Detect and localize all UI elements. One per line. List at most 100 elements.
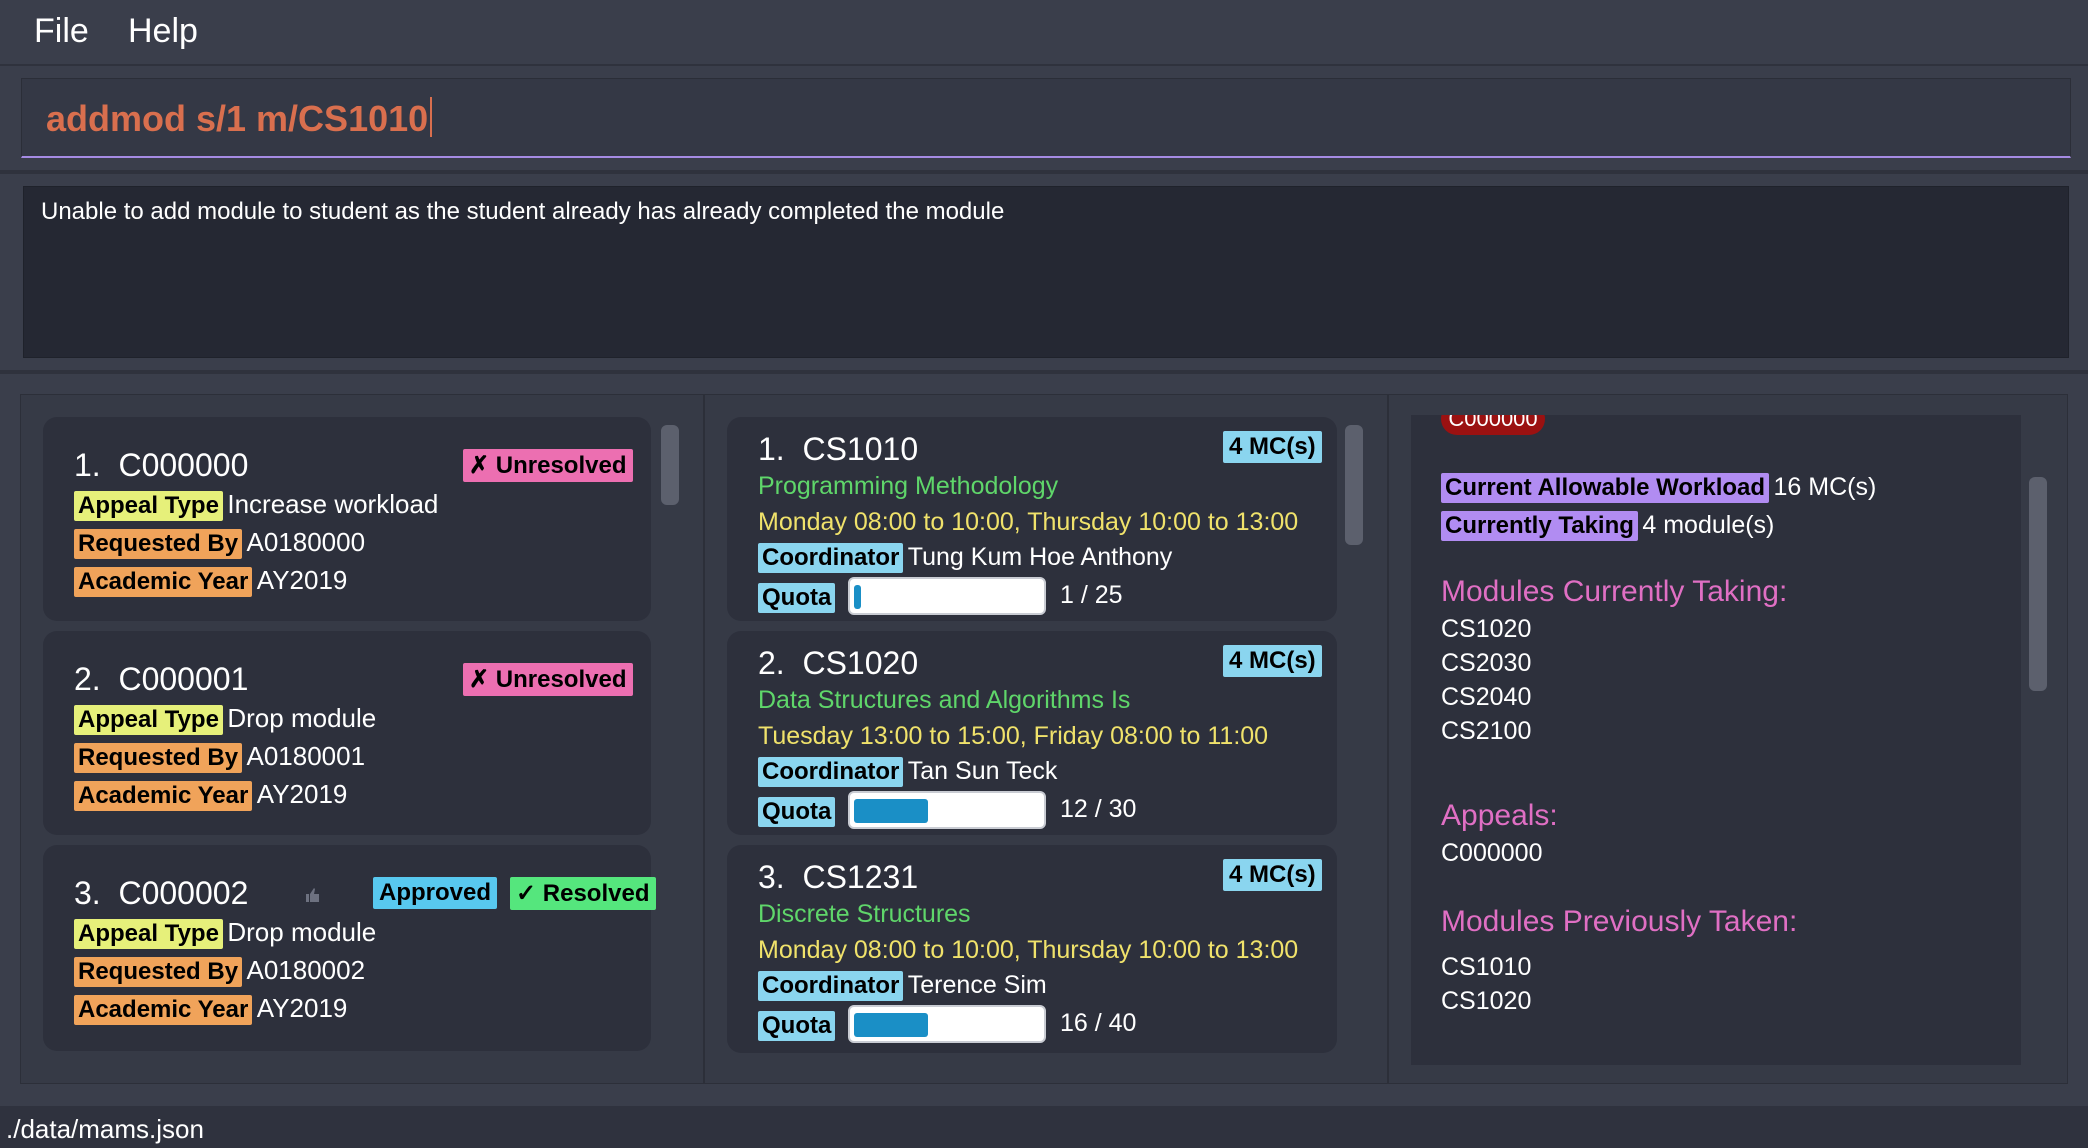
appeal-card[interactable]: 1. C000000 ✗ Unresolved Appeal Type Incr… xyxy=(43,417,651,621)
appeal-type-value: Drop module xyxy=(227,703,377,733)
module-name: Data Structures and Algorithms Is xyxy=(758,686,1131,714)
academic-year-row: Academic Year AY2019 xyxy=(74,779,347,811)
module-code: CS1010 xyxy=(802,431,919,467)
coordinator-value: Terence Sim xyxy=(907,971,1047,999)
appeal-type-row: Appeal Type Drop module xyxy=(74,917,376,949)
current-modules-heading: Modules Currently Taking: xyxy=(1441,575,1788,608)
academic-year-label: Academic Year xyxy=(74,995,253,1025)
appeal-list-scrollbar[interactable] xyxy=(661,425,679,505)
result-display: Unable to add module to student as the s… xyxy=(23,186,2069,358)
coordinator-value: Tung Kum Hoe Anthony xyxy=(907,543,1173,571)
module-title: 1. CS1010 xyxy=(758,431,918,468)
requested-by-label: Requested By xyxy=(74,743,243,773)
status-bar: ./data/mams.json xyxy=(0,1106,2088,1148)
requested-by-row: Requested By A0180000 xyxy=(74,527,365,559)
appeal-id: C000002 xyxy=(118,875,249,911)
coordinator-row: Coordinator Terence Sim xyxy=(758,971,1047,1001)
divider xyxy=(0,370,2088,374)
appeal-type-label: Appeal Type xyxy=(74,705,223,735)
module-list-scrollbar[interactable] xyxy=(1345,425,1363,545)
student-detail-scrollbar[interactable] xyxy=(2029,477,2047,691)
module-name: Discrete Structures xyxy=(758,900,971,928)
module-index: 3. xyxy=(758,859,785,895)
module-list-panel[interactable]: 1. CS1010 4 MC(s) Programming Methodolog… xyxy=(704,394,1388,1084)
coordinator-value: Tan Sun Teck xyxy=(907,757,1058,785)
appeal-title: 2. C000001 xyxy=(74,661,248,698)
workload-label: Current Allowable Workload xyxy=(1441,473,1770,503)
requested-by-value: A0180002 xyxy=(246,955,366,985)
appeal-type-value: Drop module xyxy=(227,917,377,947)
credits-badge: 4 MC(s) xyxy=(1223,645,1322,677)
quota-bar xyxy=(848,577,1046,615)
quota-fill xyxy=(854,799,928,823)
module-code: CS1020 xyxy=(802,645,919,681)
menu-file[interactable]: File xyxy=(28,8,95,55)
appeal-list-panel[interactable]: 1. C000000 ✗ Unresolved Appeal Type Incr… xyxy=(20,394,704,1084)
coordinator-label: Coordinator xyxy=(758,757,904,787)
quota-fill xyxy=(854,585,861,609)
result-text: Unable to add module to student as the s… xyxy=(41,198,1005,225)
command-text: addmod s/1 m/CS1010 xyxy=(46,97,433,140)
menu-bar: File Help xyxy=(0,0,2088,66)
taking-value: 4 module(s) xyxy=(1642,511,1775,539)
appeal-card[interactable]: 2. C000001 ✗ Unresolved Appeal Type Drop… xyxy=(43,631,651,835)
appeal-index: 3. xyxy=(74,875,101,911)
appeal-card[interactable]: 3. C000002 Approved ✓ Resolved Appeal Ty… xyxy=(43,845,656,1051)
module-time: Monday 08:00 to 10:00, Thursday 10:00 to… xyxy=(758,508,1299,536)
module-time: Tuesday 13:00 to 15:00, Friday 08:00 to … xyxy=(758,722,1269,750)
requested-by-row: Requested By A0180002 xyxy=(74,955,365,987)
requested-by-row: Requested By A0180001 xyxy=(74,741,365,773)
coordinator-row: Coordinator Tan Sun Teck xyxy=(758,757,1057,787)
coordinator-label: Coordinator xyxy=(758,971,904,1001)
command-input[interactable]: addmod s/1 m/CS1010 xyxy=(21,78,2071,158)
appeal-type-label: Appeal Type xyxy=(74,919,223,949)
student-detail-panel[interactable]: C000000 Current Allowable Workload 16 MC… xyxy=(1388,394,2068,1084)
academic-year-row: Academic Year AY2019 xyxy=(74,993,347,1025)
module-card[interactable]: 3. CS1231 4 MC(s) Discrete Structures Mo… xyxy=(727,845,1337,1053)
quota-value: 16 / 40 xyxy=(1060,1009,1137,1037)
thumbs-up-icon xyxy=(305,887,321,903)
previous-module-item: CS1010 xyxy=(1441,953,1532,981)
student-card: C000000 Current Allowable Workload 16 MC… xyxy=(1411,415,2021,1065)
academic-year-value: AY2019 xyxy=(256,779,348,809)
credits-badge: 4 MC(s) xyxy=(1223,431,1322,463)
appeal-title: 1. C000000 xyxy=(74,447,248,484)
appeals-heading: Appeals: xyxy=(1441,799,1558,832)
module-index: 1. xyxy=(758,431,785,467)
appeal-id: C000000 xyxy=(118,447,249,483)
current-module-item: CS2040 xyxy=(1441,683,1532,711)
menu-help[interactable]: Help xyxy=(122,8,204,55)
current-module-item: CS1020 xyxy=(1441,615,1532,643)
command-value: addmod s/1 m/CS1010 xyxy=(46,98,429,139)
student-appeal-item: C000000 xyxy=(1441,839,1543,867)
previous-module-item: CS1020 xyxy=(1441,987,1532,1015)
divider xyxy=(0,170,2088,174)
quota-label: Quota xyxy=(758,797,836,827)
module-card[interactable]: 1. CS1010 4 MC(s) Programming Methodolog… xyxy=(727,417,1337,621)
appeal-id: C000001 xyxy=(118,661,249,697)
quota-bar xyxy=(848,1005,1046,1043)
text-caret xyxy=(430,97,433,137)
quota-bar xyxy=(848,791,1046,829)
resolved-badge: ✓ Resolved xyxy=(510,877,656,910)
quota-fill xyxy=(854,1013,928,1037)
coordinator-row: Coordinator Tung Kum Hoe Anthony xyxy=(758,543,1172,573)
file-path: ./data/mams.json xyxy=(6,1114,204,1144)
appeal-index: 2. xyxy=(74,661,101,697)
module-card[interactable]: 2. CS1020 4 MC(s) Data Structures and Al… xyxy=(727,631,1337,835)
quota-value: 12 / 30 xyxy=(1060,795,1137,823)
academic-year-label: Academic Year xyxy=(74,567,253,597)
taking-label: Currently Taking xyxy=(1441,511,1638,541)
module-code: CS1231 xyxy=(802,859,919,895)
appeal-type-label: Appeal Type xyxy=(74,491,223,521)
quota-label: Quota xyxy=(758,583,836,613)
module-index: 2. xyxy=(758,645,785,681)
appeal-title: 3. C000002 xyxy=(74,875,248,912)
requested-by-label: Requested By xyxy=(74,957,243,987)
appeal-index: 1. xyxy=(74,447,101,483)
credits-badge: 4 MC(s) xyxy=(1223,859,1322,891)
requested-by-value: A0180000 xyxy=(246,527,366,557)
current-module-item: CS2100 xyxy=(1441,717,1532,745)
appeal-type-row: Appeal Type Increase workload xyxy=(74,489,438,521)
module-time: Monday 08:00 to 10:00, Thursday 10:00 to… xyxy=(758,936,1299,964)
